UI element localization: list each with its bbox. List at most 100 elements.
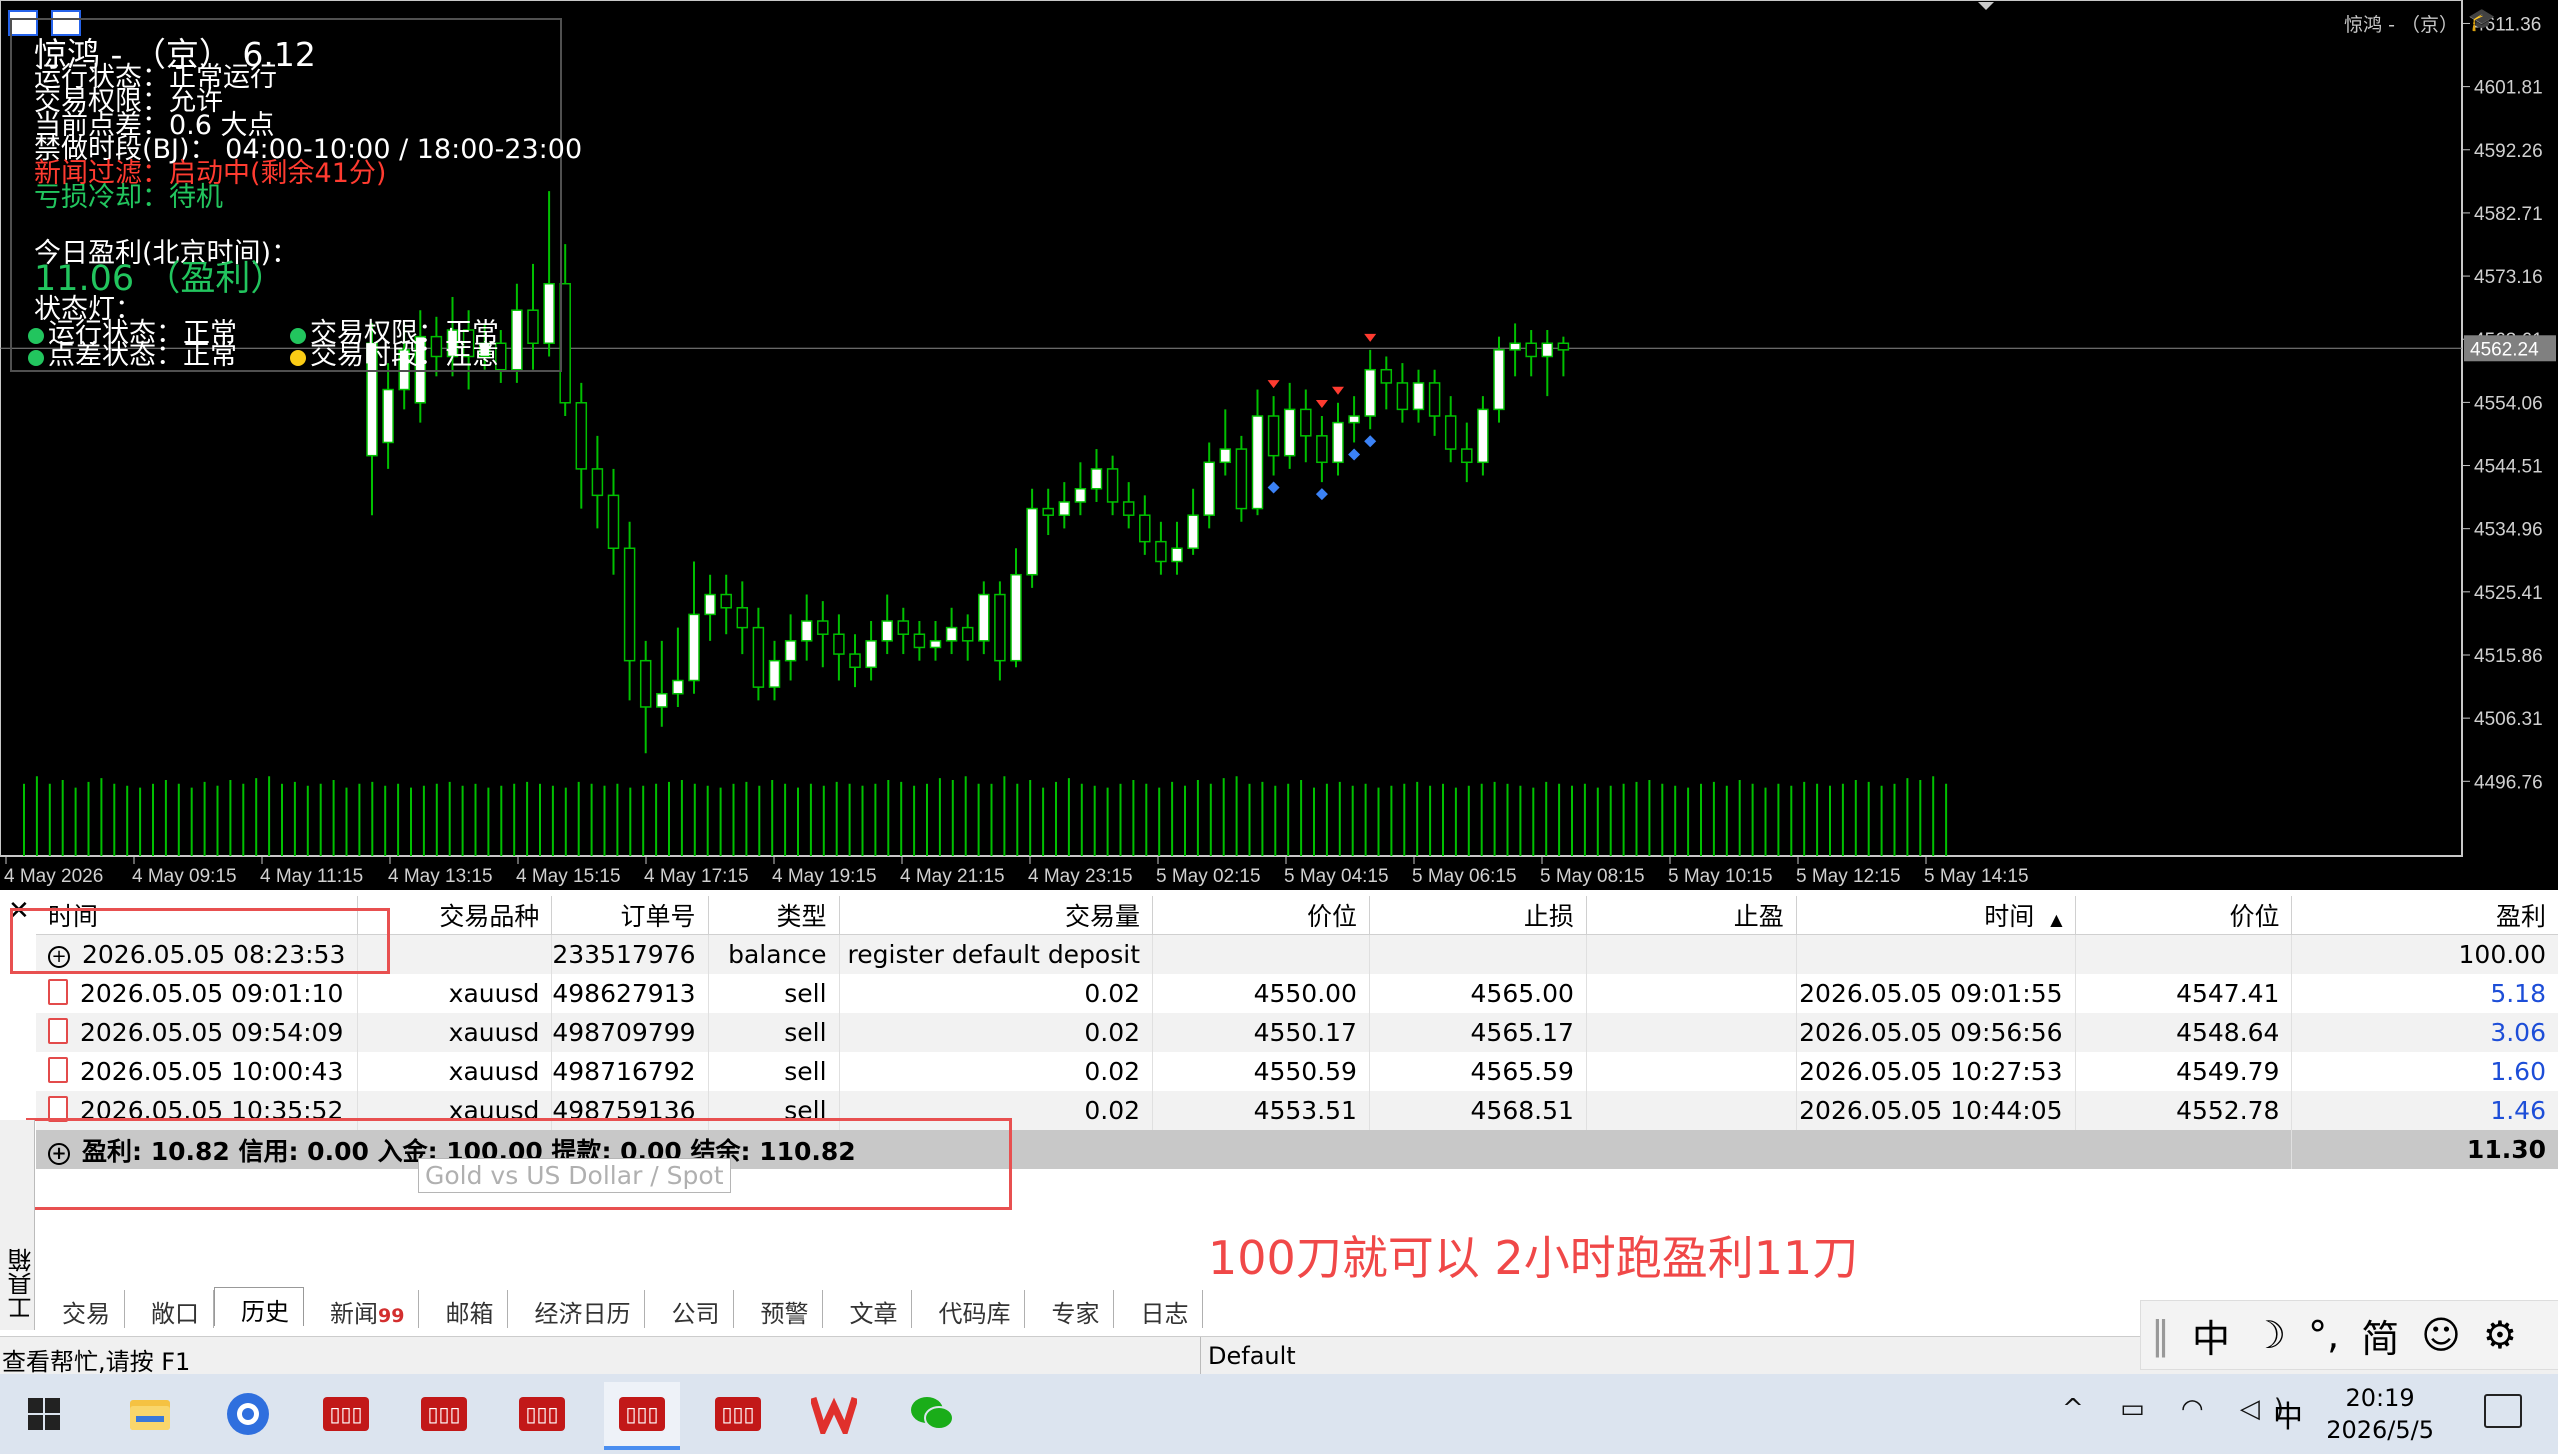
table-row[interactable]: 2026.05.05 09:54:09 xauusd 498709799 sell 0.… (36, 1013, 2558, 1052)
x-tick-label: 5 May 08:15 (1540, 866, 1645, 887)
metatrader-app-icon[interactable]: ▯▯▯ (412, 1382, 476, 1446)
tab-0[interactable]: 交易 (36, 1290, 125, 1328)
x-tick-label: 5 May 06:15 (1412, 866, 1517, 887)
ime-simplified-toggle[interactable]: 简 (2361, 1308, 2399, 1363)
help-hint: 查看帮忙,请按 F1 (2, 1348, 191, 1376)
candle-body (752, 626, 765, 688)
candle-body (1251, 415, 1264, 510)
candle-body (1541, 342, 1554, 358)
metatrader-app-icon[interactable]: ▯▯▯ (604, 1382, 680, 1450)
deal-document-icon[interactable] (48, 1057, 68, 1083)
x-tick-label: 5 May 10:15 (1668, 866, 1773, 887)
tab-2[interactable]: 历史 (214, 1287, 304, 1326)
x-tick-label: 4 May 11:15 (260, 866, 363, 887)
tab-6[interactable]: 公司 (645, 1290, 735, 1328)
cell-price: 4553.51 (1253, 1096, 1357, 1125)
candle-body (688, 613, 700, 682)
cell-sl: 4565.17 (1470, 1018, 1574, 1047)
col-volume[interactable]: 交易量 (839, 896, 1154, 935)
tab-10[interactable]: 专家 (1025, 1290, 1115, 1328)
ea-light-session: 交易时段：注意 (290, 342, 499, 369)
tab-11[interactable]: 日志 (1114, 1290, 1204, 1328)
windows-start-icon[interactable] (12, 1382, 76, 1446)
candle-body (817, 620, 829, 635)
cell-price2: 4549.79 (2176, 1057, 2280, 1086)
y-tick-label: 4592.26 (2474, 141, 2543, 162)
col-sl[interactable]: 止损 (1369, 896, 1587, 935)
col-price[interactable]: 价位 (1152, 896, 1370, 935)
cell-type: sell (784, 1057, 827, 1086)
tab-3[interactable]: 新闻99 (304, 1290, 420, 1328)
candle-body (1380, 368, 1393, 384)
price-chart[interactable]: 4611.364601.814592.264582.714573.164563.… (0, 0, 2558, 890)
metatrader-app-icon[interactable]: ▯▯▯ (706, 1382, 770, 1446)
candle-body (994, 593, 1006, 662)
ime-toolbar: ‖ 中 ☽ °, 简 ☺ ⚙ (2140, 1300, 2558, 1370)
metatrader-app-icon[interactable]: ▯▯▯ (314, 1382, 378, 1446)
deal-document-icon[interactable] (48, 1018, 68, 1044)
sort-arrow-icon: ▲ (2050, 910, 2063, 929)
col-order[interactable]: 订单号 (551, 896, 709, 935)
wps-office-icon[interactable] (802, 1382, 866, 1446)
candle-body (720, 593, 732, 609)
annotation-caption: 100刀就可以 2小时跑盈利11刀 (1208, 1231, 1859, 1285)
y-tick-label: 4534.96 (2474, 520, 2543, 541)
candle-body (1026, 507, 1038, 576)
wechat-icon[interactable] (900, 1382, 964, 1446)
col-profit[interactable]: 盈利 (2291, 896, 2558, 935)
candle-body (800, 620, 813, 642)
tab-1[interactable]: 敞口 (125, 1290, 214, 1328)
status-light-icon (28, 350, 44, 366)
x-tick-label: 5 May 14:15 (1924, 866, 2029, 887)
candle-body (704, 593, 716, 616)
tab-9[interactable]: 代码库 (912, 1290, 1026, 1328)
cell-symbol: xauusd (448, 1057, 540, 1086)
table-row[interactable]: 2026.05.05 09:01:10 xauusd 498627913 sell 0.… (36, 974, 2558, 1013)
candle-body (1509, 342, 1521, 351)
cell-sl: 4565.59 (1470, 1057, 1574, 1086)
notification-icon[interactable] (2484, 1394, 2522, 1428)
table-row[interactable]: +2026.05.05 08:23:53 233517976 balance regi… (36, 934, 2558, 974)
ime-indicator[interactable]: 中 (2256, 1382, 2320, 1446)
tab-4[interactable]: 邮箱 (419, 1290, 509, 1328)
cell-profit: 5.18 (2490, 979, 2546, 1008)
candle-body (1300, 408, 1312, 437)
tab-5[interactable]: 经济日历 (508, 1290, 646, 1328)
highlight-deposit-box (10, 908, 390, 974)
deal-document-icon[interactable] (48, 979, 68, 1005)
candle-body (784, 640, 797, 662)
table-row[interactable]: 2026.05.05 10:00:43 xauusd 498716792 sell 0.… (36, 1052, 2558, 1091)
cell-profit: 1.60 (2490, 1057, 2546, 1086)
x-tick-label: 4 May 09:15 (132, 866, 237, 887)
cell-profit: 3.06 (2490, 1018, 2546, 1047)
candle-body (1139, 514, 1151, 543)
ime-settings-icon[interactable]: ⚙ (2483, 1313, 2517, 1357)
toolbox-side-tab[interactable]: 工具箱 (0, 1120, 36, 1330)
clock[interactable]: 20:19 2026/5/5 (2326, 1382, 2434, 1446)
current-price-label: 4562.24 (2470, 339, 2539, 360)
col-type[interactable]: 类型 (708, 896, 840, 935)
file-explorer-icon[interactable] (118, 1382, 182, 1446)
ime-grip[interactable]: ‖ (2151, 1313, 2170, 1357)
y-tick-label: 4573.16 (2474, 267, 2543, 288)
ime-emoji-icon[interactable]: ☺ (2421, 1313, 2461, 1357)
col-close-time[interactable]: 时间 ▲ (1796, 896, 2076, 935)
col-tp[interactable]: 止盈 (1586, 896, 1797, 935)
cell-order: 233517976 (552, 940, 696, 969)
profile-name[interactable]: Default (1208, 1342, 1296, 1370)
x-tick-label: 5 May 02:15 (1156, 866, 1261, 887)
tab-8[interactable]: 文章 (823, 1290, 913, 1328)
ime-moon-icon[interactable]: ☽ (2252, 1313, 2286, 1357)
browser-icon[interactable] (216, 1382, 280, 1446)
x-tick-label: 4 May 21:15 (900, 866, 1005, 887)
candle-body (1316, 435, 1328, 464)
col-close-price[interactable]: 价位 (2075, 896, 2293, 935)
ime-lang-toggle[interactable]: 中 (2192, 1308, 2230, 1363)
cell-sl: 4568.51 (1470, 1096, 1574, 1125)
metatrader-app-icon[interactable]: ▯▯▯ (510, 1382, 574, 1446)
x-tick-label: 4 May 19:15 (772, 866, 877, 887)
tab-7[interactable]: 预警 (734, 1290, 824, 1328)
candle-body (672, 679, 684, 695)
ime-punct-toggle[interactable]: °, (2308, 1313, 2339, 1357)
clock-time: 20:19 (2345, 1384, 2415, 1412)
